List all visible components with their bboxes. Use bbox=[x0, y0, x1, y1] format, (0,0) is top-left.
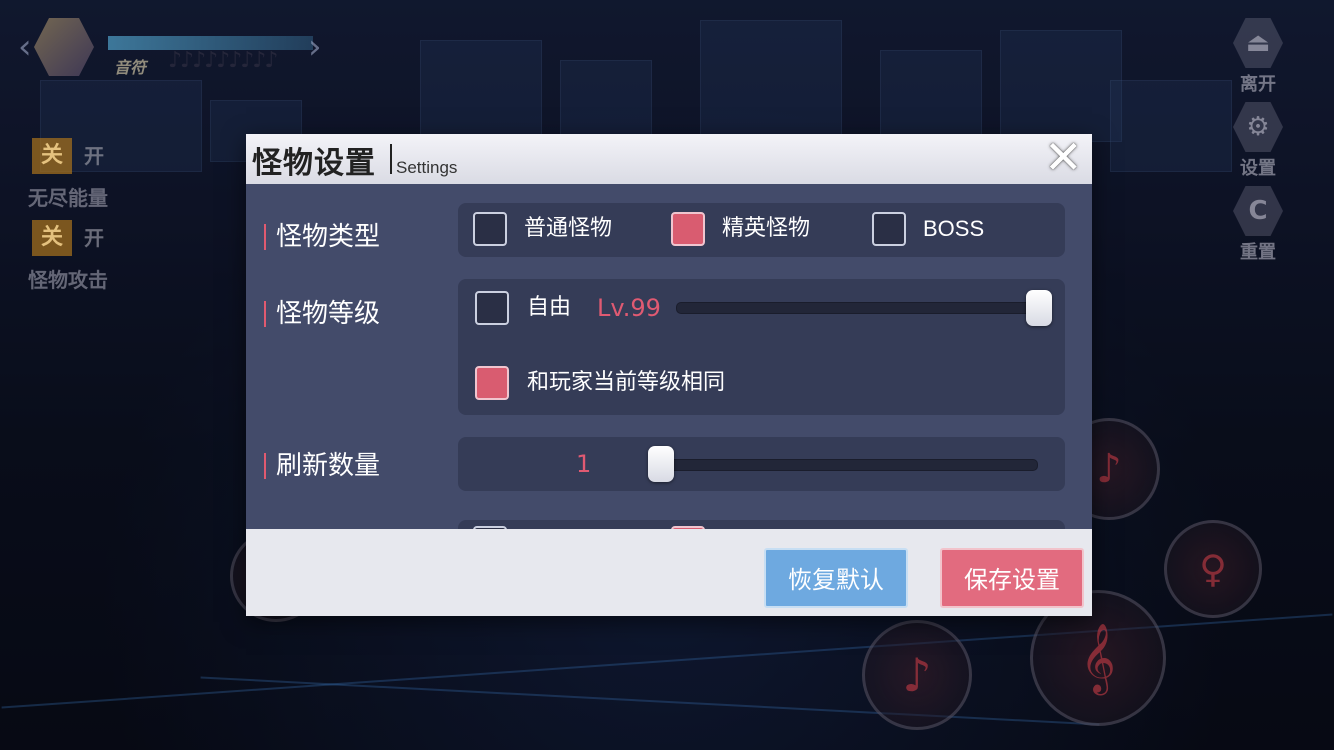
checkbox-elite-monster[interactable] bbox=[671, 212, 705, 246]
level-slider-track[interactable] bbox=[676, 302, 1050, 314]
save-settings-button[interactable]: 保存设置 bbox=[940, 548, 1084, 608]
level-slider-thumb[interactable] bbox=[1026, 290, 1052, 326]
menu-settings[interactable]: ⚙ 设置 bbox=[1226, 102, 1290, 180]
same-as-player-label[interactable]: 和玩家当前等级相同 bbox=[527, 366, 725, 400]
note-icons: ♪♪♪♪♪♪♪♪♪ bbox=[168, 48, 278, 73]
monster-level-panel: 自由 Lv.99 和玩家当前等级相同 bbox=[458, 279, 1065, 415]
hud-bracket-left: ‹ bbox=[18, 27, 32, 67]
monster-type-panel: 普通怪物 精英怪物 BOSS bbox=[458, 203, 1065, 257]
title-divider bbox=[390, 144, 392, 174]
skill-music-button[interactable]: ♪ bbox=[862, 620, 972, 730]
option-boss-label[interactable]: BOSS bbox=[923, 212, 984, 246]
toggle-endless-energy[interactable]: 关 开 bbox=[32, 138, 122, 174]
checkbox-boss[interactable] bbox=[872, 212, 906, 246]
menu-exit[interactable]: ⏏ 离开 bbox=[1226, 18, 1290, 96]
dialog-footer: 恢复默认 保存设置 bbox=[246, 529, 1092, 616]
monster-level-label: 怪物等级 bbox=[264, 301, 380, 327]
reset-icon[interactable]: C bbox=[1233, 186, 1283, 236]
toggle-on-label[interactable]: 开 bbox=[84, 138, 104, 174]
player-hud: ‹ 音符 ♪♪♪♪♪♪♪♪♪ › bbox=[18, 18, 323, 78]
exit-icon[interactable]: ⏏ bbox=[1233, 18, 1283, 68]
dialog-body[interactable]: 怪物类型 普通怪物 精英怪物 BOSS 怪物等级 自由 Lv.99 和玩家当前等… bbox=[246, 184, 1092, 529]
restore-default-button[interactable]: 恢复默认 bbox=[764, 548, 908, 608]
spawn-slider-track[interactable] bbox=[648, 459, 1038, 471]
menu-reset-label: 重置 bbox=[1240, 242, 1276, 263]
next-row-panel bbox=[458, 520, 1065, 529]
monster-settings-dialog: 怪物设置 Settings ✕ 怪物类型 普通怪物 精英怪物 BOSS 怪物等级… bbox=[246, 134, 1092, 616]
checkbox-normal-monster[interactable] bbox=[473, 212, 507, 246]
gear-icon[interactable]: ⚙ bbox=[1233, 102, 1283, 152]
menu-settings-label: 设置 bbox=[1240, 158, 1276, 179]
player-name: 音符 bbox=[114, 58, 147, 77]
menu-exit-label: 离开 bbox=[1240, 74, 1276, 95]
menu-reset[interactable]: C 重置 bbox=[1226, 186, 1290, 264]
toggle-monster-attack[interactable]: 关 开 bbox=[32, 220, 122, 256]
free-level-label[interactable]: 自由 bbox=[527, 291, 571, 325]
checkbox-free-level[interactable] bbox=[475, 291, 509, 325]
spawn-count-label: 刷新数量 bbox=[264, 453, 380, 479]
level-value: Lv.99 bbox=[597, 294, 661, 322]
checkbox-same-as-player[interactable] bbox=[475, 366, 509, 400]
dialog-subtitle: Settings bbox=[396, 158, 458, 177]
monster-type-label: 怪物类型 bbox=[264, 224, 380, 250]
toggle-on-label[interactable]: 开 bbox=[84, 220, 104, 256]
dialog-header: 怪物设置 Settings ✕ bbox=[246, 134, 1092, 185]
hud-bracket-right: › bbox=[308, 27, 322, 67]
skill-dancer-button[interactable]: ♀ bbox=[1164, 520, 1262, 618]
option-normal-monster-label[interactable]: 普通怪物 bbox=[524, 212, 612, 246]
toggle-off-key[interactable]: 关 bbox=[32, 138, 72, 174]
toggle-monster-attack-label: 怪物攻击 bbox=[28, 268, 108, 292]
spawn-count-panel: 1 bbox=[458, 437, 1065, 491]
close-icon[interactable]: ✕ bbox=[1044, 134, 1083, 180]
option-elite-monster-label[interactable]: 精英怪物 bbox=[722, 212, 810, 246]
spawn-count-value: 1 bbox=[576, 450, 592, 478]
toggle-off-key[interactable]: 关 bbox=[32, 220, 72, 256]
spawn-slider-thumb[interactable] bbox=[648, 446, 674, 482]
player-avatar bbox=[34, 18, 94, 76]
toggle-endless-energy-label: 无尽能量 bbox=[28, 186, 108, 210]
dialog-title: 怪物设置 bbox=[252, 146, 376, 181]
